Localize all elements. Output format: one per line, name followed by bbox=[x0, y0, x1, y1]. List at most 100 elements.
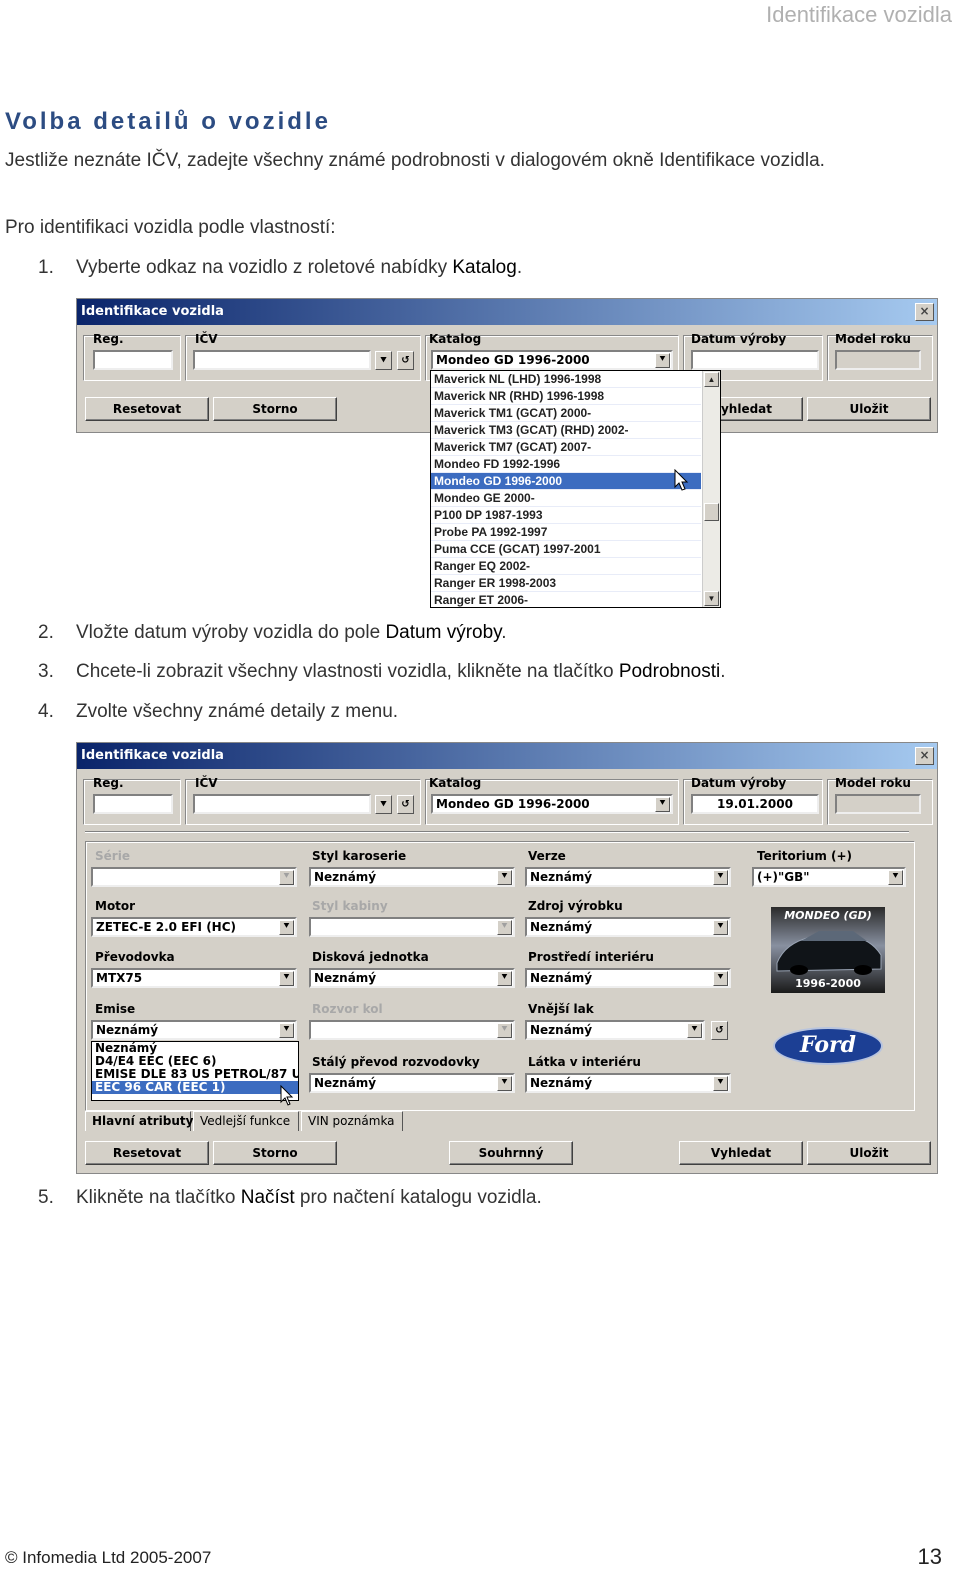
katalog-option[interactable]: Maverick NR (RHD) 1996-1998 bbox=[431, 388, 701, 405]
chevron-down-icon[interactable]: ⯆ bbox=[713, 920, 728, 935]
emise-select[interactable]: Neznámý ⯆ bbox=[91, 1020, 297, 1040]
katalog-option[interactable]: Maverick TM1 (GCAT) 2000- bbox=[431, 405, 701, 422]
step-5: 5. Klikněte na tlačítko Načíst pro načten… bbox=[38, 1187, 542, 1209]
storno-button[interactable]: Storno bbox=[213, 397, 337, 421]
chevron-down-icon[interactable]: ⯆ bbox=[713, 870, 728, 885]
datum-input[interactable] bbox=[691, 350, 819, 370]
datum-input[interactable]: 19.01.2000 bbox=[691, 794, 819, 814]
vnejsi-lak-select[interactable]: Neznámý ⯆ bbox=[525, 1020, 705, 1040]
page-number: 13 bbox=[917, 1544, 942, 1569]
emise-option[interactable]: EEC 96 CAR (EEC 1) bbox=[92, 1081, 298, 1094]
icv-dropdown-icon[interactable]: ⯆ bbox=[375, 795, 392, 814]
reg-label: Reg. bbox=[93, 332, 124, 346]
motor-select[interactable]: ZETEC-E 2.0 EFI (HC) ⯆ bbox=[91, 917, 297, 937]
prevodovka-select[interactable]: MTX75 ⯆ bbox=[91, 968, 297, 988]
reg-input[interactable] bbox=[93, 350, 173, 370]
step-number: 1. bbox=[38, 257, 54, 278]
katalog-option[interactable]: Mondeo GE 2000- bbox=[431, 490, 701, 507]
katalog-option[interactable]: Puma CCE (GCAT) 1997-2001 bbox=[431, 541, 701, 558]
katalog-select[interactable]: Mondeo GD 1996-2000 ⯆ bbox=[431, 794, 673, 814]
staly-prevod-value: Neznámý bbox=[314, 1076, 377, 1090]
chevron-down-icon[interactable]: ⯆ bbox=[655, 353, 670, 368]
zdroj-vyrobku-label: Zdroj výrobku bbox=[528, 899, 623, 913]
emise-dropdown-list[interactable]: Neznámý D4/E4 EEC (EEC 6) EMISE DLE 83 US … bbox=[91, 1041, 299, 1101]
step-keyword: Podrobnosti bbox=[618, 661, 721, 682]
scroll-up-icon[interactable]: ▲ bbox=[704, 372, 719, 387]
step-4: 4. Zvolte všechny známé detaily z menu. bbox=[38, 701, 398, 723]
prostredi-interieru-select[interactable]: Neznámý ⯆ bbox=[525, 968, 731, 988]
chevron-down-icon[interactable]: ⯆ bbox=[687, 1023, 702, 1038]
chevron-down-icon[interactable]: ⯆ bbox=[497, 971, 512, 986]
serie-select: ⯆ bbox=[91, 867, 297, 887]
icv-dropdown-icon[interactable]: ⯆ bbox=[375, 351, 392, 370]
icv-label: IČV bbox=[195, 332, 218, 346]
reset-button[interactable]: Resetovat bbox=[85, 1141, 209, 1165]
tab-hlavni-atributy[interactable]: Hlavní atributy bbox=[85, 1111, 193, 1131]
icv-refresh-icon[interactable]: ↺ bbox=[397, 351, 414, 370]
tab-vin-poznamka[interactable]: VIN poznámka bbox=[301, 1111, 403, 1131]
step-keyword: Datum výroby bbox=[385, 622, 502, 643]
staly-prevod-select[interactable]: Neznámý ⯆ bbox=[309, 1073, 515, 1093]
diskova-jednotka-select[interactable]: Neznámý ⯆ bbox=[309, 968, 515, 988]
zdroj-vyrobku-select[interactable]: Neznámý ⯆ bbox=[525, 917, 731, 937]
katalog-option[interactable]: Ranger EQ 2002- bbox=[431, 558, 701, 575]
katalog-option[interactable]: Mondeo FD 1992-1996 bbox=[431, 456, 701, 473]
lead-paragraph: Pro identifikaci vozidla podle vlastnost… bbox=[5, 217, 336, 238]
mouse-cursor-icon bbox=[280, 1085, 294, 1106]
chevron-down-icon[interactable]: ⯆ bbox=[713, 971, 728, 986]
chevron-down-icon[interactable]: ⯆ bbox=[655, 797, 670, 812]
chevron-down-icon[interactable]: ⯆ bbox=[888, 870, 903, 885]
icv-refresh-icon[interactable]: ↺ bbox=[397, 795, 414, 814]
chevron-down-icon[interactable]: ⯆ bbox=[497, 1076, 512, 1091]
reg-input[interactable] bbox=[93, 794, 173, 814]
tab-vedlejsi-funkce[interactable]: Vedlejší funkce bbox=[193, 1111, 299, 1131]
chevron-down-icon[interactable]: ⯆ bbox=[279, 920, 294, 935]
latka-interieru-select[interactable]: Neznámý ⯆ bbox=[525, 1073, 731, 1093]
chevron-down-icon[interactable]: ⯆ bbox=[497, 870, 512, 885]
icv-input[interactable] bbox=[193, 794, 371, 814]
serie-label: Série bbox=[95, 849, 130, 863]
vnejsi-lak-refresh-icon[interactable]: ↺ bbox=[711, 1021, 728, 1040]
katalog-select[interactable]: Mondeo GD 1996-2000 ⯆ bbox=[431, 350, 673, 370]
teritorium-select[interactable]: (+)"GB" ⯆ bbox=[752, 867, 906, 887]
storno-button[interactable]: Storno bbox=[213, 1141, 337, 1165]
icv-input[interactable] bbox=[193, 350, 371, 370]
diskova-jednotka-label: Disková jednotka bbox=[312, 950, 429, 964]
step-after: . bbox=[720, 661, 726, 682]
katalog-option[interactable]: Ranger ET 2006- bbox=[431, 592, 701, 607]
verze-select[interactable]: Neznámý ⯆ bbox=[525, 867, 731, 887]
styl-karoserie-select[interactable]: Neznámý ⯆ bbox=[309, 867, 515, 887]
save-button[interactable]: Uložit bbox=[807, 1141, 931, 1165]
motor-label: Motor bbox=[95, 899, 136, 913]
katalog-option[interactable]: Ranger ER 1998-2003 bbox=[431, 575, 701, 592]
save-button[interactable]: Uložit bbox=[807, 397, 931, 421]
list-scrollbar[interactable]: ▲ ▼ bbox=[702, 371, 720, 607]
katalog-option[interactable]: Maverick NL (LHD) 1996-1998 bbox=[431, 371, 701, 388]
summary-button[interactable]: Souhrnný bbox=[449, 1141, 573, 1165]
latka-interieru-value: Neznámý bbox=[530, 1076, 593, 1090]
step-text: Klikněte na tlačítko bbox=[76, 1187, 241, 1208]
katalog-option[interactable]: Maverick TM3 (GCAT) (RHD) 2002- bbox=[431, 422, 701, 439]
katalog-option[interactable]: Probe PA 1992-1997 bbox=[431, 524, 701, 541]
scroll-down-icon[interactable]: ▼ bbox=[704, 591, 719, 606]
reg-label: Reg. bbox=[93, 776, 124, 790]
chevron-down-icon: ⯆ bbox=[497, 920, 512, 935]
close-icon[interactable]: × bbox=[915, 747, 934, 765]
katalog-option[interactable]: Mondeo GD 1996-2000 bbox=[431, 473, 701, 490]
scroll-thumb[interactable] bbox=[704, 503, 719, 521]
katalog-option[interactable]: P100 DP 1987-1993 bbox=[431, 507, 701, 524]
search-button[interactable]: Vyhledat bbox=[679, 1141, 803, 1165]
dialog-title: Identifikace vozidla bbox=[81, 304, 224, 319]
chevron-down-icon[interactable]: ⯆ bbox=[713, 1076, 728, 1091]
rozvor-kol-select: ⯆ bbox=[309, 1020, 515, 1040]
vnejsi-lak-value: Neznámý bbox=[530, 1023, 593, 1037]
step-2: 2. Vložte datum výroby vozidla do pole Da… bbox=[38, 622, 507, 644]
step-number: 5. bbox=[38, 1187, 54, 1208]
chevron-down-icon[interactable]: ⯆ bbox=[279, 971, 294, 986]
reset-button[interactable]: Resetovat bbox=[85, 397, 209, 421]
katalog-option[interactable]: Maverick TM7 (GCAT) 2007- bbox=[431, 439, 701, 456]
close-icon[interactable]: × bbox=[915, 303, 934, 321]
diskova-jednotka-value: Neznámý bbox=[314, 971, 377, 985]
styl-kabiny-select: ⯆ bbox=[309, 917, 515, 937]
chevron-down-icon[interactable]: ⯆ bbox=[279, 1023, 294, 1038]
